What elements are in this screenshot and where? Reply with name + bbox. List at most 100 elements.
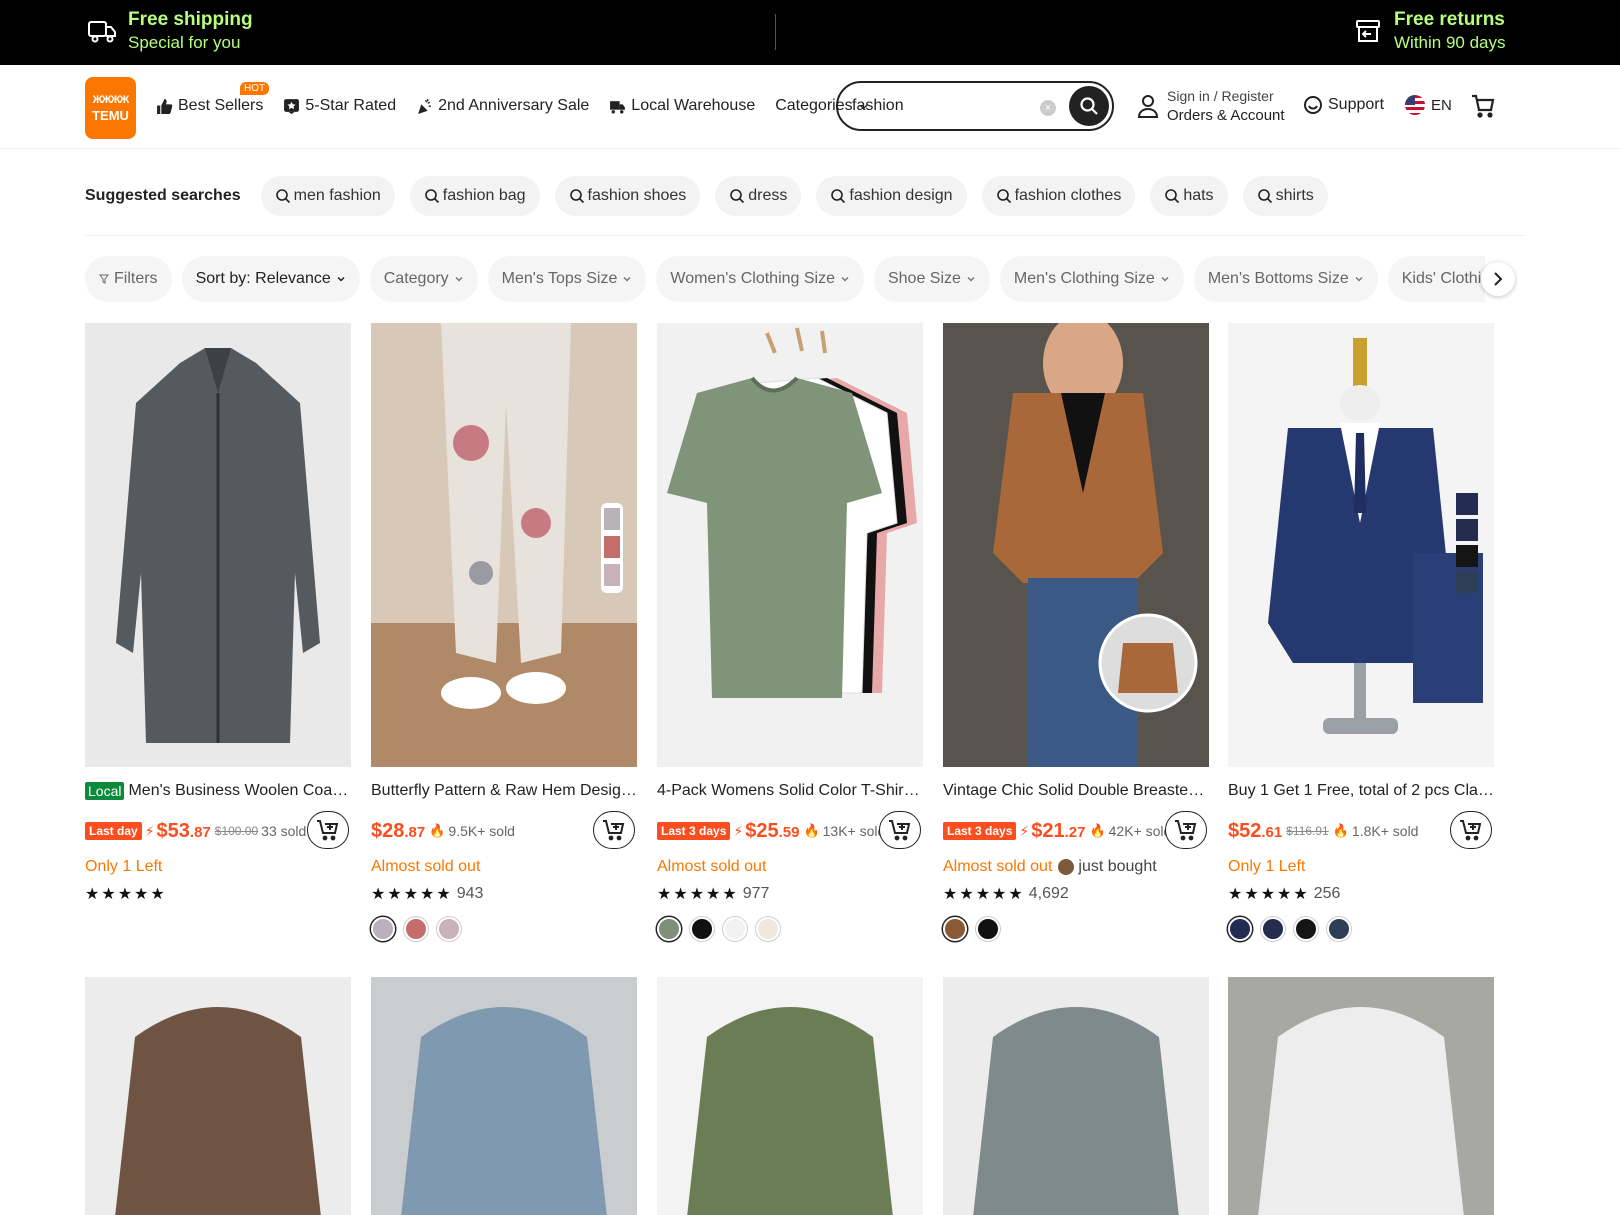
product-image[interactable] bbox=[371, 977, 637, 1215]
deal-tag: Last day bbox=[85, 822, 142, 840]
filter-bar: Filters Sort by: Relevance Category Men's T… bbox=[85, 256, 1485, 302]
suggested-search-chip[interactable]: fashion bag bbox=[409, 176, 540, 216]
color-swatch[interactable] bbox=[1261, 917, 1285, 941]
cart-button[interactable] bbox=[1470, 93, 1496, 124]
suggested-search-chip[interactable]: men fashion bbox=[260, 176, 395, 216]
product-card[interactable]: Vintage Chic Solid Double Breasted D... L… bbox=[943, 323, 1209, 941]
filter-dropdown[interactable]: Category bbox=[369, 256, 478, 302]
orders-account-link[interactable]: Orders & Account bbox=[1167, 106, 1285, 125]
rating[interactable]: ★★★★★ 943 bbox=[371, 883, 637, 905]
nav-five-star-rated[interactable]: 5-Star Rated bbox=[283, 97, 396, 115]
chevron-right-icon bbox=[1494, 272, 1503, 286]
account-menu[interactable]: Sign in / Register Orders & Account bbox=[1137, 87, 1285, 125]
color-swatch[interactable] bbox=[371, 917, 395, 941]
product-card[interactable]: Buy 1 Get 1 Free, total of 2 pcs Classi.… bbox=[1228, 323, 1494, 941]
filter-dropdown[interactable]: Shoe Size bbox=[873, 256, 990, 302]
free-shipping-block[interactable]: Free shipping Special for you bbox=[86, 8, 253, 54]
language-selector[interactable]: EN bbox=[1405, 95, 1452, 115]
filter-dropdown[interactable]: Men's Bottoms Size bbox=[1193, 256, 1378, 302]
product-image[interactable] bbox=[371, 323, 637, 767]
color-swatch[interactable] bbox=[756, 917, 780, 941]
color-swatch[interactable] bbox=[657, 917, 681, 941]
price-cents: .61 bbox=[1261, 823, 1283, 841]
color-swatch[interactable] bbox=[723, 917, 747, 941]
rating[interactable]: ★★★★★ 4,692 bbox=[943, 883, 1209, 905]
product-title[interactable]: Buy 1 Get 1 Free, total of 2 pcs Classi.… bbox=[1228, 779, 1494, 803]
stock-status: Only 1 Left bbox=[1228, 855, 1494, 879]
filters-button[interactable]: Filters bbox=[85, 256, 172, 302]
suggested-search-chip[interactable]: dress bbox=[715, 176, 802, 216]
add-to-cart-button[interactable] bbox=[879, 811, 921, 849]
suggested-search-chip[interactable]: shirts bbox=[1242, 176, 1328, 216]
color-swatch[interactable] bbox=[437, 917, 461, 941]
stock-status: Almost sold out just bought bbox=[943, 855, 1209, 879]
color-swatch[interactable] bbox=[1327, 917, 1351, 941]
suggested-searches: Suggested searches men fashion fashion ba… bbox=[85, 175, 1343, 217]
price-main: $25 bbox=[745, 819, 779, 842]
rating[interactable]: ★★★★★ 977 bbox=[657, 883, 923, 905]
search-input[interactable] bbox=[852, 97, 1042, 115]
sign-in-register-link[interactable]: Sign in / Register bbox=[1167, 87, 1285, 106]
add-to-cart-button[interactable] bbox=[1450, 811, 1492, 849]
suggested-search-label: shirts bbox=[1275, 187, 1314, 204]
product-card[interactable]: Local Men's Business Woolen Coat F... Last… bbox=[85, 323, 351, 917]
product-card[interactable]: 4-Pack Womens Solid Color T-Shirt - ... L… bbox=[657, 323, 923, 941]
color-swatch[interactable] bbox=[1228, 917, 1252, 941]
clear-search-icon[interactable]: × bbox=[1040, 100, 1056, 116]
suggested-search-chip[interactable]: fashion design bbox=[816, 176, 967, 216]
product-card[interactable] bbox=[943, 977, 1209, 1215]
rating[interactable]: ★★★★★ 256 bbox=[1228, 883, 1494, 905]
product-title[interactable]: Vintage Chic Solid Double Breasted D... bbox=[943, 779, 1209, 803]
rating[interactable]: ★★★★★ bbox=[85, 883, 351, 905]
search-icon bbox=[1165, 189, 1180, 204]
product-card[interactable]: Butterfly Pattern & Raw Hem Design ... $2… bbox=[371, 323, 637, 941]
temu-logo[interactable]: ЖЖЖЖ TEMU bbox=[85, 77, 136, 139]
banner-divider bbox=[775, 14, 776, 50]
product-title[interactable]: Local Men's Business Woolen Coat F... bbox=[85, 779, 351, 803]
free-returns-title: Free returns bbox=[1394, 9, 1505, 30]
suggested-search-chip[interactable]: hats bbox=[1150, 176, 1228, 216]
product-card[interactable] bbox=[1228, 977, 1494, 1215]
filters-scroll-right-button[interactable] bbox=[1481, 262, 1515, 296]
price-row: Last 3 days ⚡ $25.59 🔥 13K+ sold bbox=[657, 811, 923, 851]
color-swatch[interactable] bbox=[690, 917, 714, 941]
filter-dropdown[interactable]: Men's Clothing Size bbox=[999, 256, 1184, 302]
support-link[interactable]: Support bbox=[1303, 95, 1384, 115]
product-image[interactable] bbox=[657, 977, 923, 1215]
suggested-search-chip[interactable]: fashion clothes bbox=[981, 176, 1136, 216]
main-nav: Best Sellers HOT 5-Star Rated 2nd Annive… bbox=[156, 82, 889, 121]
color-swatch[interactable] bbox=[943, 917, 967, 941]
product-title-text: 4-Pack Womens Solid Color T-Shirt - ... bbox=[657, 782, 923, 799]
product-title[interactable]: Butterfly Pattern & Raw Hem Design ... bbox=[371, 779, 637, 803]
color-swatch[interactable] bbox=[1294, 917, 1318, 941]
filter-dropdown[interactable]: Kids' Clothing Size bbox=[1387, 256, 1485, 302]
search-icon bbox=[996, 189, 1011, 204]
nav-local-warehouse[interactable]: Local Warehouse bbox=[609, 97, 755, 115]
product-card[interactable] bbox=[657, 977, 923, 1215]
filter-dropdown[interactable]: Men's Tops Size bbox=[487, 256, 647, 302]
shopping-cart-icon bbox=[1472, 94, 1495, 118]
product-card[interactable] bbox=[371, 977, 637, 1215]
nav-anniversary-sale[interactable]: 2nd Anniversary Sale bbox=[416, 97, 589, 115]
add-to-cart-button[interactable] bbox=[1165, 811, 1207, 849]
add-to-cart-button[interactable] bbox=[307, 811, 349, 849]
product-image[interactable] bbox=[1228, 323, 1494, 767]
color-swatch[interactable] bbox=[976, 917, 1000, 941]
product-card[interactable] bbox=[85, 977, 351, 1215]
product-image[interactable] bbox=[657, 323, 923, 767]
search-button[interactable] bbox=[1069, 86, 1109, 126]
product-image[interactable] bbox=[943, 977, 1209, 1215]
suggested-search-chip[interactable]: fashion shoes bbox=[554, 176, 701, 216]
sort-dropdown[interactable]: Sort by: Relevance bbox=[181, 256, 360, 302]
nav-best-sellers[interactable]: Best Sellers HOT bbox=[156, 82, 270, 115]
filter-dropdown[interactable]: Women's Clothing Size bbox=[656, 256, 864, 302]
color-swatch[interactable] bbox=[404, 917, 428, 941]
product-title[interactable]: 4-Pack Womens Solid Color T-Shirt - ... bbox=[657, 779, 923, 803]
add-to-cart-icon bbox=[889, 820, 911, 841]
product-image[interactable] bbox=[1228, 977, 1494, 1215]
product-image[interactable] bbox=[85, 977, 351, 1215]
product-image[interactable] bbox=[85, 323, 351, 767]
product-image[interactable] bbox=[943, 323, 1209, 767]
free-returns-block[interactable]: Free returns Within 90 days bbox=[1352, 8, 1506, 54]
add-to-cart-button[interactable] bbox=[593, 811, 635, 849]
